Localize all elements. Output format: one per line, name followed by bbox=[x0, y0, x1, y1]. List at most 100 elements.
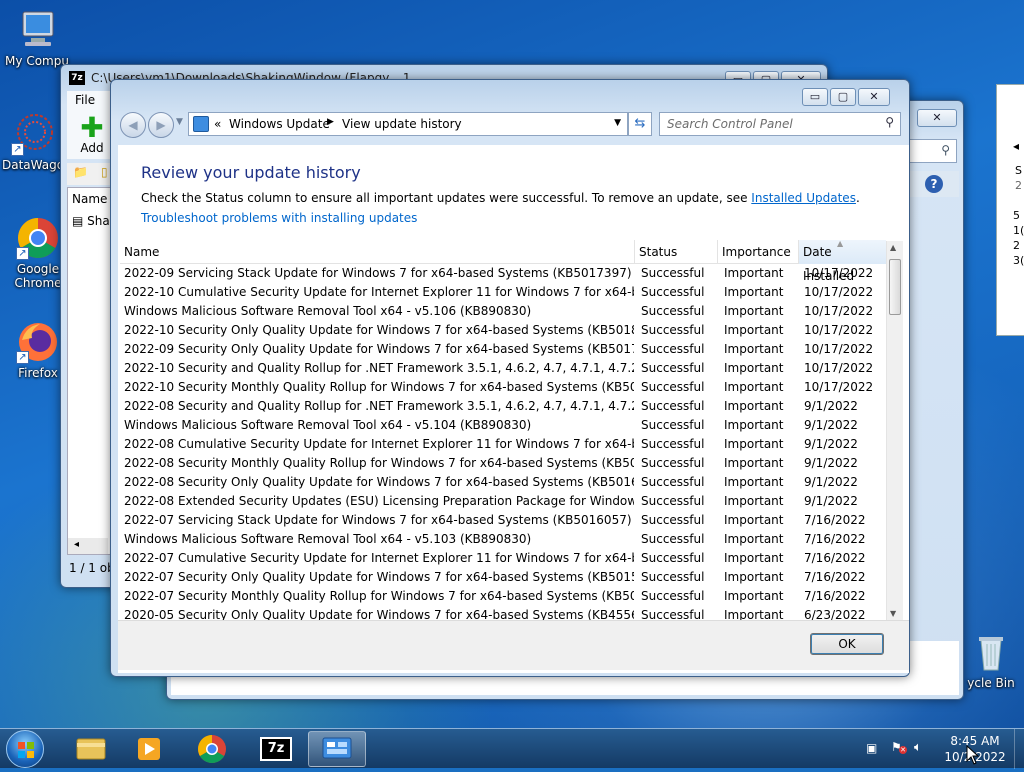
address-dropdown-icon[interactable]: ▼ bbox=[614, 118, 621, 128]
folder-icon: ▯ bbox=[101, 165, 108, 179]
column-header-name[interactable]: Name bbox=[120, 240, 635, 264]
explorer-icon bbox=[76, 738, 106, 760]
column-header-status[interactable]: Status bbox=[635, 240, 718, 264]
file-row[interactable]: ▤ Sha bbox=[72, 214, 110, 228]
search-icon: ⚲ bbox=[941, 143, 950, 157]
cell-name: 2022-08 Cumulative Security Update for I… bbox=[124, 437, 634, 451]
column-header-name[interactable]: Name bbox=[72, 192, 107, 206]
column-header-importance[interactable]: Importance bbox=[718, 240, 799, 264]
update-row[interactable]: 2022-09 Security Only Quality Update for… bbox=[120, 340, 886, 359]
update-row[interactable]: 2022-07 Security Only Quality Update for… bbox=[120, 568, 886, 587]
cell-name: Windows Malicious Software Removal Tool … bbox=[124, 532, 532, 546]
forward-button[interactable]: ▶ bbox=[148, 112, 174, 138]
update-row[interactable]: 2022-10 Security Monthly Quality Rollup … bbox=[120, 378, 886, 397]
update-row[interactable]: Windows Malicious Software Removal Tool … bbox=[120, 302, 886, 321]
scroll-up-icon[interactable]: ▲ bbox=[890, 243, 896, 252]
update-row[interactable]: Windows Malicious Software Removal Tool … bbox=[120, 416, 886, 435]
taskbar-media-player[interactable] bbox=[120, 731, 178, 767]
update-row[interactable]: Windows Malicious Software Removal Tool … bbox=[120, 530, 886, 549]
scroll-down-icon[interactable]: ▼ bbox=[890, 609, 896, 618]
volume-icon[interactable]: 🔈︎ bbox=[914, 740, 922, 755]
network-icon[interactable]: ▣ bbox=[866, 741, 882, 757]
desktop-icon-datawago[interactable]: ↗ DataWago bbox=[0, 112, 66, 172]
shortcut-arrow-icon: ↗ bbox=[16, 247, 29, 260]
update-row[interactable]: 2022-10 Cumulative Security Update for I… bbox=[120, 283, 886, 302]
cell-importance: Important bbox=[724, 304, 784, 318]
scroll-left-icon[interactable]: ◂ bbox=[74, 539, 79, 550]
cell-status: Successful bbox=[641, 399, 705, 413]
scroll-thumb[interactable] bbox=[889, 259, 901, 315]
installed-updates-link[interactable]: Installed Updates bbox=[751, 191, 856, 205]
minimize-button[interactable]: ▭ bbox=[802, 88, 828, 106]
help-icon[interactable]: ? bbox=[925, 175, 943, 193]
column-header-date-installed[interactable]: ▲ Date Installed bbox=[799, 239, 886, 283]
back-button[interactable]: ◀ bbox=[120, 112, 146, 138]
breadcrumb-windows-update[interactable]: Windows Update bbox=[229, 117, 330, 131]
cell-name: 2022-07 Cumulative Security Update for I… bbox=[124, 551, 634, 565]
cell-name: 2022-08 Extended Security Updates (ESU) … bbox=[124, 494, 634, 508]
menu-file[interactable]: File bbox=[75, 93, 95, 107]
cell-status: Successful bbox=[641, 456, 705, 470]
show-desktop-button[interactable] bbox=[1014, 729, 1024, 769]
cell-date: 10/17/2022 bbox=[804, 285, 874, 299]
horizontal-scrollbar[interactable]: ◂ bbox=[68, 538, 108, 554]
cell-name: 2022-10 Security Only Quality Update for… bbox=[124, 323, 634, 337]
cell-name: 2020-05 Security Only Quality Update for… bbox=[124, 608, 634, 620]
update-row[interactable]: 2022-07 Servicing Stack Update for Windo… bbox=[120, 511, 886, 530]
taskbar-chrome[interactable] bbox=[183, 731, 241, 767]
update-row[interactable]: 2022-07 Cumulative Security Update for I… bbox=[120, 549, 886, 568]
cell-date: 10/17/2022 bbox=[804, 380, 874, 394]
firefox-icon: ↗ bbox=[16, 320, 60, 364]
cell-date: 9/1/2022 bbox=[804, 475, 858, 489]
taskbar-control-panel[interactable] bbox=[308, 731, 366, 767]
maximize-button[interactable]: ▢ bbox=[830, 88, 856, 106]
cell-name: 2022-07 Servicing Stack Update for Windo… bbox=[124, 513, 632, 527]
address-bar[interactable]: « Windows Update ▶ View update history ▼ bbox=[188, 112, 628, 136]
close-button[interactable]: ✕ bbox=[858, 88, 890, 106]
update-row[interactable]: 2022-08 Cumulative Security Update for I… bbox=[120, 435, 886, 454]
add-button[interactable]: ✚ Add bbox=[73, 114, 111, 156]
taskbar-explorer[interactable] bbox=[62, 731, 120, 767]
update-row[interactable]: 2022-08 Extended Security Updates (ESU) … bbox=[120, 492, 886, 511]
update-row[interactable]: 2022-07 Security Monthly Quality Rollup … bbox=[120, 587, 886, 606]
start-button[interactable] bbox=[6, 730, 44, 768]
breadcrumb-overflow-icon[interactable]: « bbox=[214, 117, 221, 131]
desktop-icon-my-computer[interactable]: My Compu bbox=[4, 8, 70, 68]
update-row[interactable]: 2022-09 Servicing Stack Update for Windo… bbox=[120, 264, 886, 283]
file-icon: ▤ bbox=[72, 214, 84, 228]
search-control-panel[interactable]: Search Control Panel ⚲ bbox=[659, 112, 901, 136]
zip-app-icon: 7z bbox=[69, 71, 85, 85]
cell-date: 9/1/2022 bbox=[804, 418, 858, 432]
update-row[interactable]: 2020-05 Security Only Quality Update for… bbox=[120, 606, 886, 620]
troubleshoot-link[interactable]: Troubleshoot problems with installing up… bbox=[141, 211, 417, 225]
folder-up-icon[interactable]: 📁 bbox=[73, 165, 88, 179]
search-icon[interactable]: ⚲ bbox=[885, 115, 894, 129]
desktop-icon-recycle-bin[interactable]: ycle Bin bbox=[958, 630, 1024, 690]
ok-button[interactable]: OK bbox=[810, 633, 884, 655]
update-row[interactable]: 2022-10 Security Only Quality Update for… bbox=[120, 321, 886, 340]
refresh-button[interactable]: ⇆ bbox=[628, 112, 652, 136]
breadcrumb-separator-icon[interactable]: ▶ bbox=[327, 117, 334, 127]
update-row[interactable]: 2022-08 Security and Quality Rollup for … bbox=[120, 397, 886, 416]
page-description: Check the Status column to ensure all im… bbox=[141, 191, 860, 205]
recent-pages-dropdown[interactable]: ▼ bbox=[176, 117, 183, 127]
update-row[interactable]: 2022-08 Security Only Quality Update for… bbox=[120, 473, 886, 492]
close-button[interactable]: ✕ bbox=[917, 109, 957, 127]
mouse-cursor bbox=[966, 744, 980, 768]
cell-status: Successful bbox=[641, 323, 705, 337]
cell-importance: Important bbox=[724, 570, 784, 584]
background-window-right[interactable]: ◂ S 2 5 1( 2 3( bbox=[996, 84, 1024, 336]
search-box[interactable]: ⚲ bbox=[907, 139, 957, 163]
back-arrow-icon[interactable]: ◂ bbox=[1013, 139, 1019, 153]
cell-importance: Important bbox=[724, 399, 784, 413]
cell-status: Successful bbox=[641, 475, 705, 489]
cell-status: Successful bbox=[641, 570, 705, 584]
update-row[interactable]: 2022-10 Security and Quality Rollup for … bbox=[120, 359, 886, 378]
vertical-scrollbar[interactable]: ▲ ▼ bbox=[886, 241, 903, 620]
cell-date: 9/1/2022 bbox=[804, 437, 858, 451]
breadcrumb-view-update-history[interactable]: View update history bbox=[342, 117, 462, 131]
taskbar-7zip[interactable]: 7z bbox=[246, 731, 304, 767]
update-row[interactable]: 2022-08 Security Monthly Quality Rollup … bbox=[120, 454, 886, 473]
action-center-icon[interactable]: ⚑ ✕ bbox=[891, 740, 907, 756]
chrome-icon: ↗ bbox=[16, 216, 60, 260]
